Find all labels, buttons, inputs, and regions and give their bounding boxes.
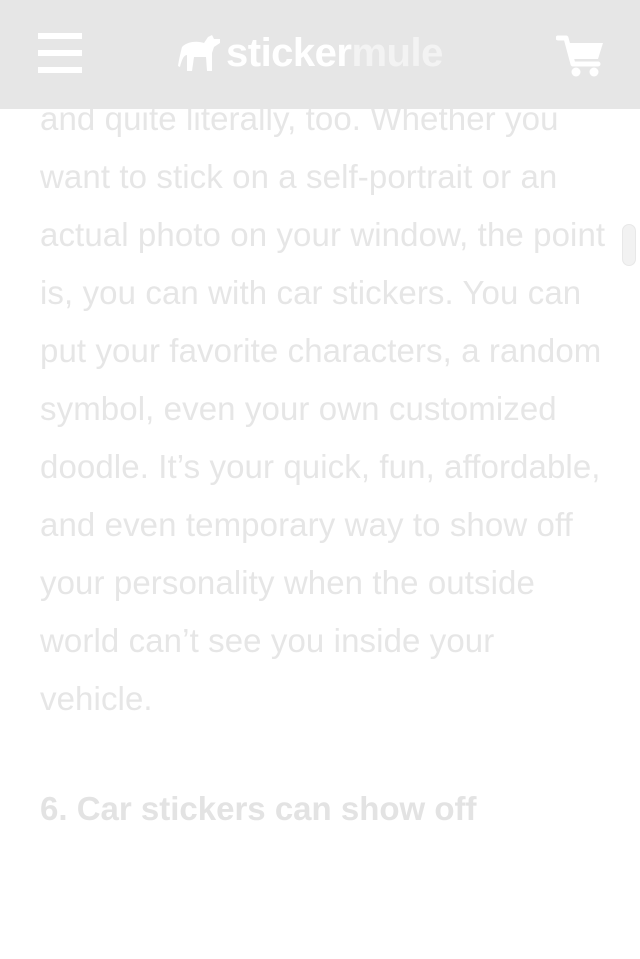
article-content: and quite literally, too. Whether you wa… — [40, 90, 610, 838]
section-heading: 6. Car stickers can show off — [40, 790, 477, 827]
shopping-cart-icon — [555, 35, 603, 77]
article-paragraph: and quite literally, too. Whether you wa… — [40, 100, 606, 717]
menu-button[interactable] — [38, 33, 82, 73]
logo-text-mule: mule — [351, 31, 443, 75]
scrollbar-thumb[interactable] — [622, 224, 636, 266]
cart-button[interactable] — [555, 34, 606, 78]
top-nav-bar: stickermule — [0, 0, 640, 109]
logo-wordmark: stickermule — [226, 28, 443, 78]
mule-logo-icon — [178, 35, 220, 71]
logo-text-sticker: sticker — [226, 31, 352, 75]
stickermule-logo[interactable]: stickermule — [178, 28, 443, 78]
page: and quite literally, too. Whether you wa… — [0, 0, 640, 959]
